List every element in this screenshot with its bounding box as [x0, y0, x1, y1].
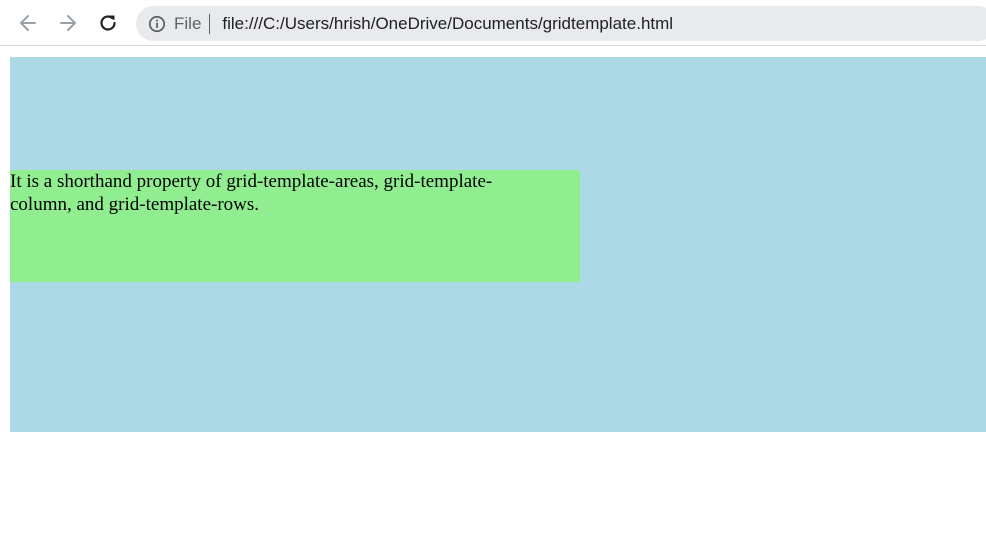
arrow-left-icon	[20, 15, 36, 31]
browser-toolbar: File file:///C:/Users/hrish/OneDrive/Doc…	[0, 0, 986, 46]
arrow-right-icon	[60, 15, 76, 31]
url-text[interactable]: file:///C:/Users/hrish/OneDrive/Document…	[222, 14, 673, 34]
info-circle-icon[interactable]	[148, 15, 166, 33]
grid-container: It is a shorthand property of grid-templ…	[10, 57, 986, 432]
back-button[interactable]	[16, 11, 40, 35]
scheme-label: File	[174, 13, 202, 33]
grid-item: It is a shorthand property of grid-templ…	[10, 170, 580, 282]
reload-button[interactable]	[96, 11, 120, 35]
forward-button[interactable]	[56, 11, 80, 35]
reload-icon	[100, 15, 116, 31]
address-bar[interactable]: File file:///C:/Users/hrish/OneDrive/Doc…	[136, 6, 986, 41]
page-viewport: It is a shorthand property of grid-templ…	[0, 47, 986, 557]
omnibox-divider	[209, 13, 211, 34]
